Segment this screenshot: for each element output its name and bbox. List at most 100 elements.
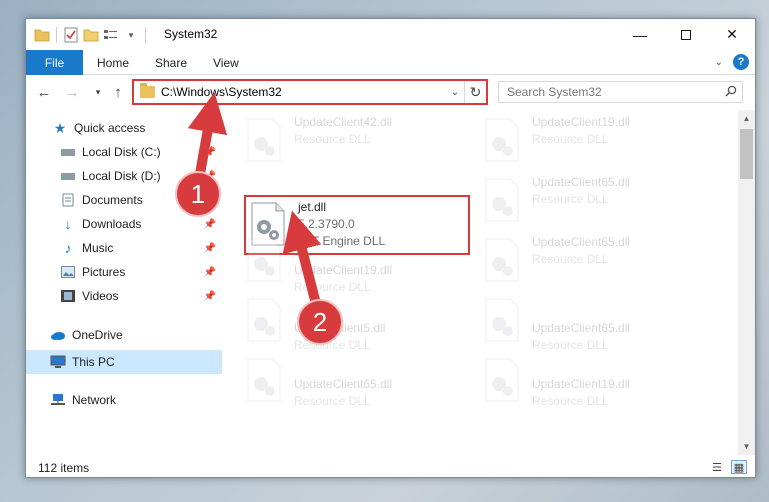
sidebar-item-label: Videos	[82, 289, 119, 303]
sidebar-item-label: This PC	[72, 355, 115, 369]
chevron-down-icon[interactable]: ▾	[123, 27, 139, 43]
sidebar-item-label: Local Disk (D:)	[82, 169, 161, 183]
sidebar-item-onedrive[interactable]: OneDrive	[26, 323, 222, 347]
refresh-button[interactable]: ↻	[464, 81, 486, 103]
dll-file-icon	[247, 238, 281, 282]
drive-icon	[60, 144, 76, 160]
search-box[interactable]	[498, 81, 743, 103]
tiles-view-icon[interactable]: ▦	[731, 460, 747, 474]
file-name: jet.dll	[298, 200, 327, 214]
arrow-up-icon: ↑	[114, 83, 122, 101]
help-icon[interactable]: ?	[733, 54, 749, 70]
search-icon[interactable]	[720, 85, 742, 100]
folder-icon	[34, 27, 50, 43]
chevron-down-icon: ▾	[95, 86, 101, 97]
dll-file-icon	[485, 238, 519, 282]
pictures-icon	[60, 264, 76, 280]
tab-file[interactable]: File	[26, 50, 83, 75]
scroll-down-button[interactable]: ▼	[738, 438, 755, 455]
chevron-down-icon: ▼	[742, 442, 751, 451]
expand-ribbon-icon[interactable]: ⌄	[715, 57, 723, 68]
forward-button[interactable]: →	[62, 82, 82, 102]
file-name: UpdateClient65.dll	[294, 377, 393, 391]
file-item[interactable]: UpdateClient65.dll Resource DLL	[484, 232, 714, 290]
scroll-up-button[interactable]: ▲	[738, 110, 755, 127]
dll-file-icon	[485, 118, 519, 162]
dll-file-icon	[485, 298, 519, 342]
sidebar-item-this-pc[interactable]: This PC	[26, 350, 222, 374]
tab-share[interactable]: Share	[155, 50, 187, 75]
maximize-icon	[681, 29, 691, 40]
sidebar-item-network[interactable]: Network	[26, 388, 222, 412]
sidebar-item-local-disk-c[interactable]: Local Disk (C:) 📌	[26, 140, 222, 164]
file-list: UpdateClient42.dll Resource DLL UpdateCli…	[222, 110, 739, 455]
minimize-icon: —	[633, 26, 647, 43]
sidebar-item-label: Local Disk (C:)	[82, 145, 161, 159]
file-name: UpdateClient65.dll	[532, 321, 631, 335]
tab-view[interactable]: View	[213, 50, 239, 75]
sidebar-item-quick-access[interactable]: ★ Quick access	[26, 116, 222, 140]
up-button[interactable]: ↑	[108, 82, 128, 102]
file-item[interactable]: UpdateClient42.dll Resource DLL	[246, 112, 476, 170]
pin-icon: 📌	[203, 290, 216, 302]
address-path[interactable]: C:\Windows\System32	[161, 85, 446, 99]
sidebar-item-label: Pictures	[82, 265, 126, 279]
chevron-up-icon: ▲	[742, 114, 751, 123]
sidebar-item-music[interactable]: ♪ Music 📌	[26, 236, 222, 260]
toolbar-separator	[56, 27, 57, 43]
music-icon: ♪	[64, 240, 72, 256]
file-explorer-window: ▾ System32 — ✕ File Home Share View ⌄ ? …	[25, 18, 756, 478]
file-type: Resource DLL	[532, 394, 609, 408]
file-item[interactable]: UpdateClient5.dllResource DLL	[246, 292, 476, 352]
recent-locations-button[interactable]: ▾	[88, 82, 108, 102]
file-type: Resource DLL	[294, 132, 371, 146]
sidebar-item-label: OneDrive	[72, 328, 123, 342]
dll-file-icon	[247, 118, 281, 162]
pin-icon: 📌	[203, 266, 216, 278]
computer-icon	[50, 354, 66, 370]
tab-home[interactable]: Home	[97, 50, 129, 75]
navigation-pane: ★ Quick access Local Disk (C:) 📌 Local D…	[26, 110, 222, 455]
search-input[interactable]	[507, 85, 720, 99]
dll-file-icon	[247, 358, 281, 402]
ribbon-right-controls: ⌄ ?	[715, 54, 749, 70]
close-button[interactable]: ✕	[709, 19, 755, 50]
file-item[interactable]: UpdateClient19.dll Resource DLL	[246, 232, 476, 294]
file-name: UpdateClient42.dll	[294, 115, 393, 129]
file-type: Resource DLL	[532, 252, 609, 266]
file-item[interactable]: UpdateClient19.dll Resource DLL	[484, 352, 714, 410]
file-name: UpdateClient65.dll	[532, 235, 631, 249]
view-options-icon[interactable]	[103, 27, 119, 43]
properties-icon[interactable]	[63, 27, 79, 43]
folder-icon	[140, 83, 155, 98]
file-item[interactable]: UpdateClient65.dll Resource DLL	[484, 292, 714, 352]
file-item[interactable]: UpdateClient19.dll Resource DLL	[484, 112, 714, 170]
network-icon	[50, 392, 66, 408]
download-icon: ↓	[64, 216, 72, 232]
back-button[interactable]: ←	[34, 82, 54, 102]
file-item[interactable]: UpdateClient65.dll Resource DLL	[246, 352, 476, 410]
sidebar-item-label: Documents	[82, 193, 143, 207]
file-name: UpdateClient65.dll	[532, 175, 631, 189]
sidebar-item-label: Network	[72, 393, 117, 407]
sidebar-item-label: Quick access	[74, 121, 146, 135]
address-bar[interactable]: C:\Windows\System32 ⌄ ↻	[132, 79, 488, 105]
arrow-right-icon: →	[64, 83, 80, 101]
chevron-down-icon[interactable]: ⌄	[446, 87, 464, 98]
dll-file-icon	[485, 358, 519, 402]
file-name: UpdateClient19.dll	[532, 377, 631, 391]
scroll-thumb[interactable]	[740, 129, 753, 179]
maximize-button[interactable]	[663, 19, 709, 50]
minimize-button[interactable]: —	[617, 19, 663, 50]
pin-icon: 📌	[203, 242, 216, 254]
sidebar-item-pictures[interactable]: Pictures 📌	[26, 260, 222, 284]
sidebar-item-videos[interactable]: Videos 📌	[26, 284, 222, 308]
ribbon-tabs: File Home Share View ⌄ ?	[26, 50, 755, 75]
new-folder-icon[interactable]	[83, 27, 99, 43]
file-item[interactable]: UpdateClient65.dll Resource DLL	[484, 172, 714, 230]
dll-file-icon	[247, 298, 281, 342]
navigation-bar: ← → ▾ ↑ C:\Windows\System32 ⌄ ↻	[26, 76, 755, 108]
title-bar: ▾ System32 — ✕	[26, 19, 755, 50]
details-view-icon[interactable]: ☰	[709, 460, 725, 474]
vertical-scrollbar[interactable]: ▲ ▼	[738, 110, 755, 455]
